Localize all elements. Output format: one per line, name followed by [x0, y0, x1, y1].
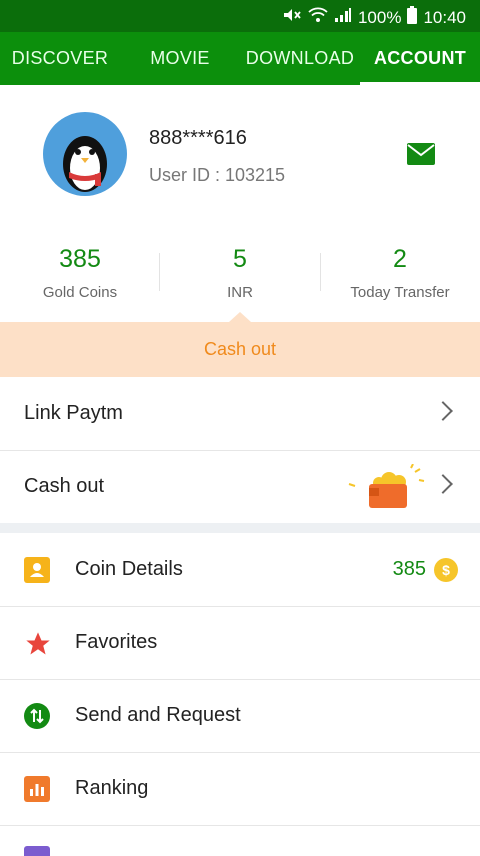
avatar[interactable] — [43, 112, 127, 196]
tab-discover[interactable]: DISCOVER — [0, 32, 120, 85]
username: 888****616 — [149, 127, 247, 149]
menu-coin-details[interactable]: Coin Details 385 $ — [0, 533, 480, 607]
banner-pointer — [229, 312, 251, 322]
profile-section: 888****616 User ID : 103215 — [0, 85, 480, 220]
tab-download[interactable]: DOWNLOAD — [240, 32, 360, 85]
stat-label: Today Transfer — [350, 284, 450, 301]
top-tab-bar: DISCOVER MOVIE DOWNLOAD ACCOUNT — [0, 32, 480, 85]
stats-row: 385 Gold Coins 5 INR 2 Today Transfer — [0, 235, 480, 315]
partial-menu-icon — [24, 846, 50, 856]
menu-favorites[interactable]: Favorites — [0, 606, 480, 680]
clock: 10:40 — [423, 7, 466, 27]
stat-value: 5 — [233, 245, 247, 273]
row-label: Cash out — [24, 475, 105, 497]
penguin-avatar-icon — [63, 136, 107, 192]
gold-coin-icon: $ — [434, 558, 458, 582]
coin-value: 385 — [392, 558, 426, 580]
star-icon — [24, 630, 50, 656]
menu-label: Coin Details — [75, 558, 183, 580]
wallet-icon — [345, 463, 425, 515]
stat-label: INR — [227, 284, 253, 301]
section-divider — [0, 523, 480, 533]
chevron-right-icon — [433, 474, 453, 494]
chevron-right-icon — [433, 401, 453, 421]
status-bar: 100% 10:40 — [0, 0, 480, 32]
battery-percent: 100% — [357, 7, 402, 27]
tab-movie[interactable]: MOVIE — [120, 32, 240, 85]
mute-icon — [282, 7, 302, 28]
menu-label: Favorites — [75, 631, 158, 653]
divider — [320, 253, 321, 291]
row-label: Link Paytm — [24, 402, 123, 424]
cash-out-row[interactable]: Cash out — [0, 450, 480, 524]
link-paytm-row[interactable]: Link Paytm — [0, 377, 480, 451]
menu-send-and-request[interactable]: Send and Request — [0, 679, 480, 753]
transfer-icon — [24, 703, 50, 729]
stat-inr[interactable]: 5 INR — [160, 235, 320, 315]
stat-today-transfer[interactable]: 2 Today Transfer — [320, 235, 480, 315]
tab-account[interactable]: ACCOUNT — [360, 32, 480, 85]
ranking-icon — [24, 776, 50, 802]
stat-gold-coins[interactable]: 385 Gold Coins — [0, 235, 160, 315]
stat-label: Gold Coins — [42, 284, 118, 301]
cash-out-banner[interactable]: Cash out — [0, 322, 480, 377]
stat-value: 2 — [393, 245, 407, 273]
menu-ranking[interactable]: Ranking — [0, 752, 480, 826]
wifi-icon — [308, 7, 328, 28]
mail-icon[interactable] — [407, 143, 435, 165]
menu-label: Ranking — [75, 777, 149, 799]
user-id: User ID : 103215 — [149, 165, 286, 185]
coin-details-icon — [24, 557, 50, 583]
divider — [159, 253, 160, 291]
signal-icon — [334, 7, 352, 28]
stat-value: 385 — [59, 245, 101, 273]
battery-icon — [407, 6, 418, 29]
menu-label: Send and Request — [75, 704, 241, 726]
